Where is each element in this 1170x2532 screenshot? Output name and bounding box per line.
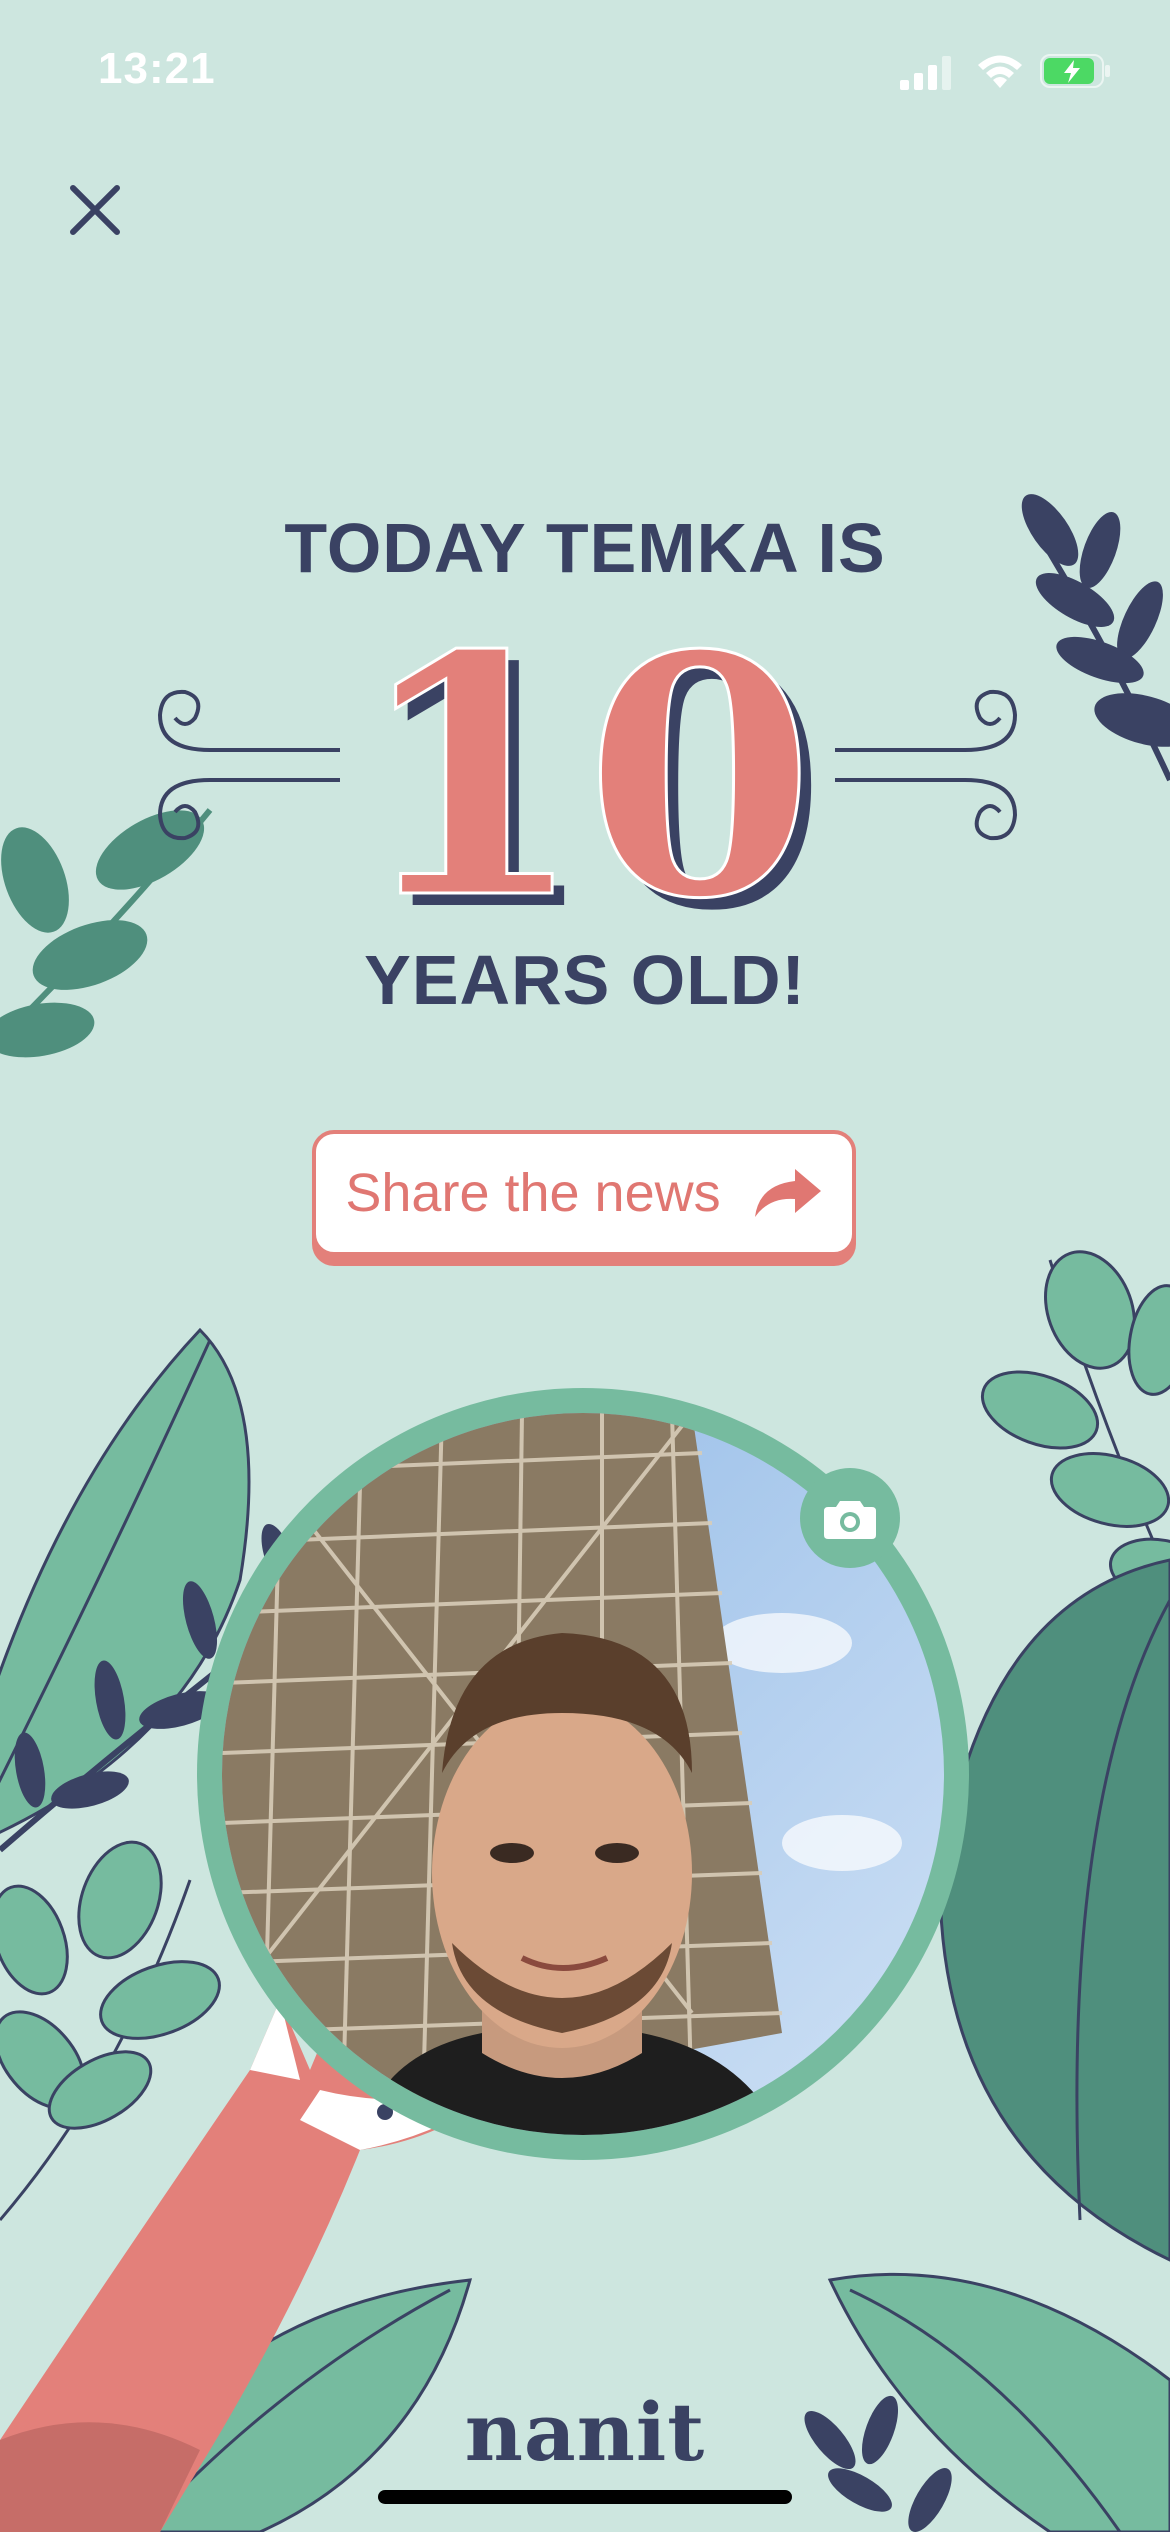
close-button[interactable] — [60, 175, 130, 245]
signal-icon — [900, 56, 951, 90]
status-time: 13:21 — [98, 44, 216, 93]
headline-title: TODAY TEMKA IS — [284, 509, 886, 587]
wifi-icon — [978, 55, 1022, 88]
nanit-logo: nanit — [464, 2385, 706, 2479]
age-number: 10 10 — [354, 600, 827, 930]
share-label: Share the news — [345, 1163, 721, 1223]
big-leaf-right — [938, 1558, 1170, 2262]
battery-icon — [1040, 54, 1110, 88]
share-arrow-icon — [754, 1169, 821, 1217]
age-number-text: 10 — [355, 600, 814, 930]
headline-subtitle: YEARS OLD! — [364, 941, 806, 1019]
camera-icon — [824, 1501, 876, 1539]
change-photo-button[interactable] — [800, 1468, 900, 1568]
home-indicator — [378, 2490, 792, 2504]
close-icon — [70, 185, 120, 235]
green-round-leaves-right — [980, 1250, 1170, 1603]
share-button[interactable]: Share the news — [312, 1130, 856, 1256]
